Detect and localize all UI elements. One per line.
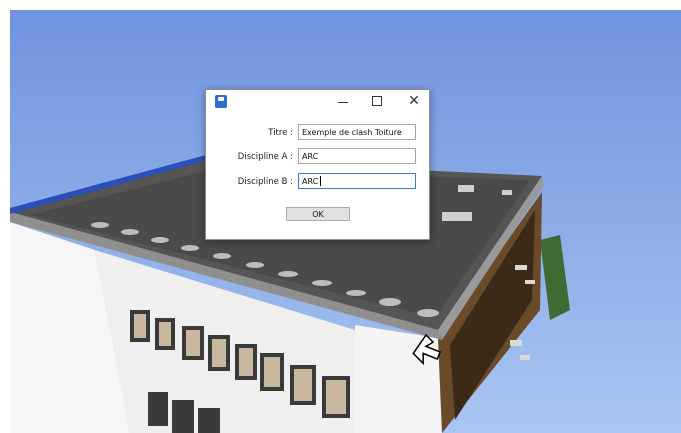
close-icon: ✕: [408, 93, 420, 109]
minimize-icon: [338, 101, 348, 103]
clash-dialog: ✕ Titre : Discipline A : Discipline B : …: [205, 89, 430, 240]
app-icon: [215, 95, 227, 108]
discipline-b-row: Discipline B :: [206, 173, 429, 191]
discipline-b-label: Discipline B :: [237, 177, 293, 187]
titre-input[interactable]: [298, 124, 416, 140]
titre-row: Titre :: [206, 124, 429, 142]
maximize-icon: [372, 96, 382, 106]
close-button[interactable]: ✕: [401, 90, 427, 112]
maximize-button[interactable]: [364, 90, 390, 112]
ok-button[interactable]: OK: [286, 207, 350, 221]
titre-label: Titre :: [268, 128, 293, 138]
minimize-button[interactable]: [330, 90, 356, 112]
discipline-b-input[interactable]: [298, 173, 416, 189]
discipline-a-label: Discipline A :: [237, 152, 293, 162]
dialog-titlebar[interactable]: ✕: [206, 90, 429, 114]
discipline-a-row: Discipline A :: [206, 148, 429, 166]
discipline-a-input[interactable]: [298, 148, 416, 164]
text-caret: [320, 176, 321, 186]
